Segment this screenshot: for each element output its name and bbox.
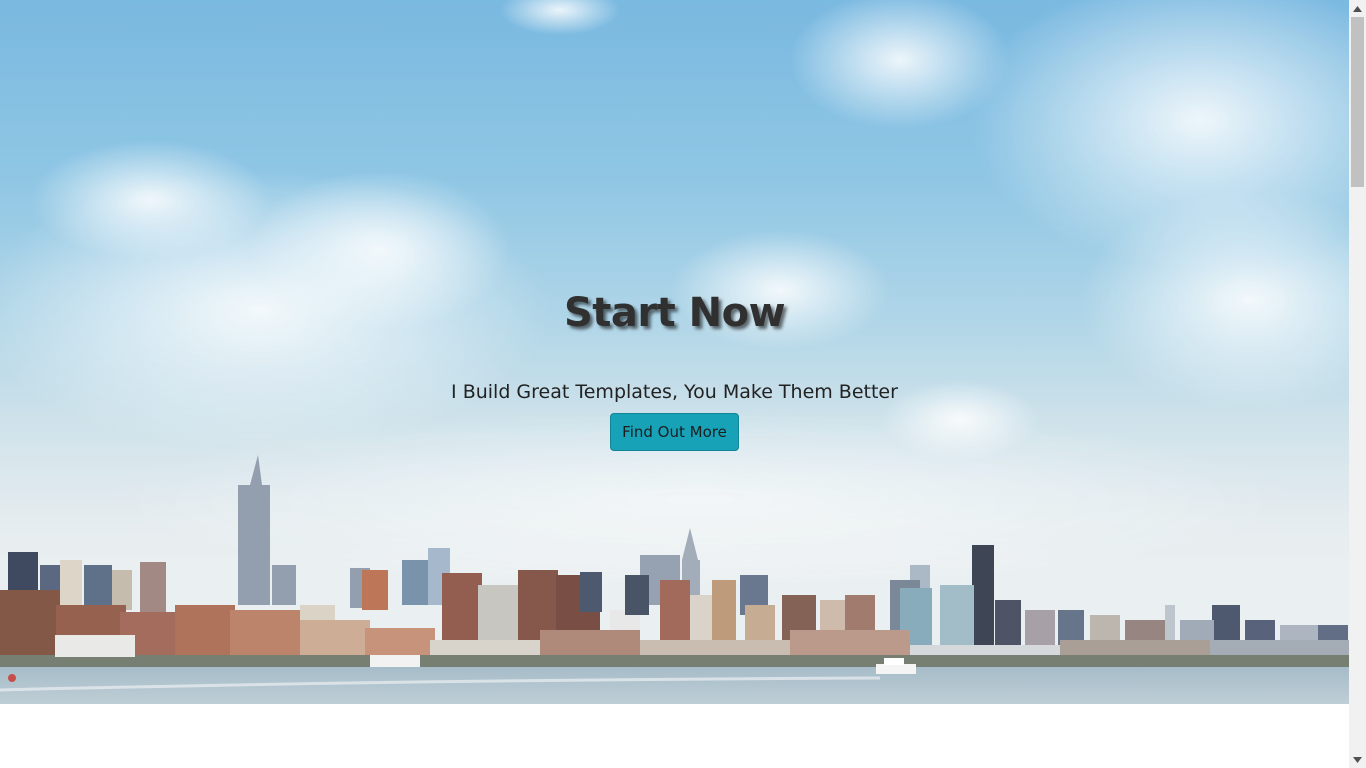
hero-section: Start Now I Build Great Templates, You M…: [0, 0, 1349, 704]
scrollbar-thumb[interactable]: [1351, 17, 1364, 187]
hero-title: Start Now: [563, 290, 786, 336]
content-section-below-hero: [0, 704, 1349, 768]
vertical-scrollbar[interactable]: [1349, 0, 1366, 768]
hero-subtitle: I Build Great Templates, You Make Them B…: [451, 381, 898, 403]
find-out-more-button[interactable]: Find Out More: [610, 413, 739, 451]
page-viewport: Start Now I Build Great Templates, You M…: [0, 0, 1366, 768]
scroll-down-arrow-icon[interactable]: [1349, 751, 1366, 768]
scroll-up-arrow-icon[interactable]: [1349, 0, 1366, 17]
hero-content: Start Now I Build Great Templates, You M…: [0, 0, 1349, 704]
